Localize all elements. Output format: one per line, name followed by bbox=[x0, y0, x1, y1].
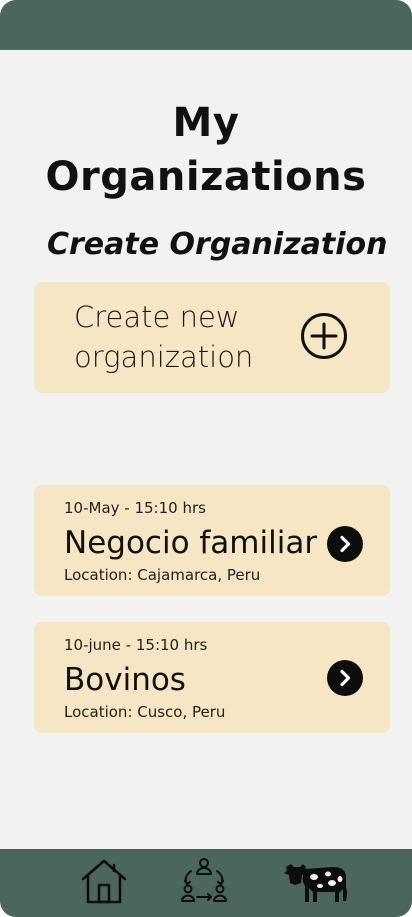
bottom-navigation bbox=[0, 849, 412, 917]
organization-location: Location: Cusco, Peru bbox=[64, 703, 226, 721]
organization-date: 10-May - 15:10 hrs bbox=[64, 499, 206, 517]
chevron-right-circle-icon[interactable] bbox=[327, 526, 363, 562]
organization-name: Negocio familiar bbox=[64, 525, 318, 561]
create-organization-heading: Create Organization bbox=[47, 227, 388, 262]
plus-circle-icon[interactable] bbox=[300, 312, 348, 360]
organization-location: Location: Cajamarca, Peru bbox=[64, 566, 261, 584]
organization-network-icon[interactable] bbox=[180, 857, 228, 907]
app-screen: My Organizations Create Organization Cre… bbox=[0, 0, 412, 917]
home-icon[interactable] bbox=[80, 857, 128, 907]
create-organization-button[interactable]: Create new organization bbox=[34, 282, 390, 393]
create-label-line2: organization bbox=[74, 340, 254, 374]
page-title: My Organizations bbox=[0, 96, 412, 204]
page-title-line1: My bbox=[172, 100, 240, 146]
create-organization-label: Create new organization bbox=[74, 297, 253, 377]
top-bar bbox=[0, 0, 412, 50]
page-title-line2: Organizations bbox=[45, 154, 367, 200]
organization-name: Bovinos bbox=[64, 662, 186, 698]
organization-date: 10-june - 15:10 hrs bbox=[64, 636, 208, 654]
chevron-right-circle-icon[interactable] bbox=[327, 660, 363, 696]
create-label-line1: Create new bbox=[74, 300, 240, 334]
cow-icon[interactable] bbox=[280, 857, 350, 907]
organization-card[interactable]: 10-May - 15:10 hrs Negocio familiar Loca… bbox=[34, 485, 390, 596]
organization-card[interactable]: 10-june - 15:10 hrs Bovinos Location: Cu… bbox=[34, 622, 390, 733]
